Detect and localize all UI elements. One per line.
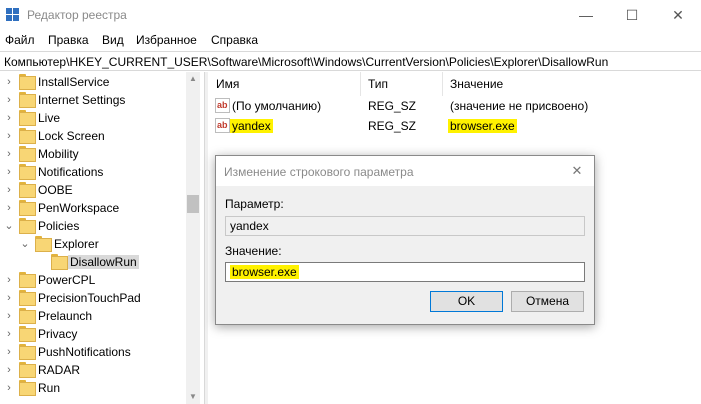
chevron-right-icon[interactable]: › [4, 111, 14, 125]
registry-editor-icon [6, 8, 20, 22]
tree-item-label: Lock Screen [38, 129, 105, 143]
chevron-right-icon[interactable]: › [4, 309, 14, 323]
chevron-right-icon[interactable]: › [4, 201, 14, 215]
tree-item-label: Run [38, 381, 61, 395]
chevron-right-icon[interactable]: › [4, 93, 14, 107]
menu-bar: Файл Правка Вид Избранное Справка [0, 30, 701, 50]
menu-help[interactable]: Справка [211, 33, 258, 47]
value-name-label: Параметр: [225, 197, 284, 211]
folder-icon [19, 218, 36, 234]
tree-item-label: Prelaunch [38, 309, 93, 323]
chevron-right-icon[interactable]: › [4, 327, 14, 341]
column-header-type[interactable]: Тип [368, 77, 388, 91]
chevron-right-icon[interactable]: › [4, 363, 14, 377]
tree-item-label: Privacy [38, 327, 78, 341]
scroll-down-icon[interactable]: ▼ [186, 390, 200, 404]
chevron-right-icon[interactable]: › [4, 381, 14, 395]
value-data-field[interactable]: browser.exe [225, 262, 585, 282]
folder-icon [19, 380, 36, 396]
chevron-right-icon[interactable]: › [4, 129, 14, 143]
dialog-body: Параметр: Значение: browser.exe OK Отмен… [216, 186, 594, 324]
value-data-text[interactable]: browser.exe [230, 265, 299, 279]
folder-icon [19, 146, 36, 162]
folder-icon [19, 326, 36, 342]
menu-edit[interactable]: Правка [48, 33, 89, 47]
folder-icon [19, 92, 36, 108]
scroll-up-icon[interactable]: ▲ [186, 72, 200, 86]
tree-item-label: Policies [38, 219, 80, 233]
folder-icon [19, 200, 36, 216]
maximize-button[interactable]: ☐ [609, 0, 655, 30]
tree-item-label: Notifications [38, 165, 104, 179]
cancel-button[interactable]: Отмена [511, 291, 584, 312]
tree-item-label: InstallService [38, 75, 110, 89]
table-row[interactable]: ab yandex REG_SZ browser.exe [208, 116, 701, 136]
chevron-right-icon[interactable]: › [4, 75, 14, 89]
chevron-right-icon[interactable]: › [4, 273, 14, 287]
tree-item-label: RADAR [38, 363, 81, 377]
tree-item-label: Mobility [38, 147, 79, 161]
tree-item-label: Internet Settings [38, 93, 126, 107]
title-bar: Редактор реестра — ☐ ✕ [0, 0, 701, 30]
ok-button[interactable]: OK [430, 291, 503, 312]
column-divider[interactable] [360, 72, 361, 96]
tree-item-label: PushNotifications [38, 345, 131, 359]
value-type: REG_SZ [368, 119, 417, 133]
folder-icon [19, 128, 36, 144]
folder-icon [19, 74, 36, 90]
minimize-button[interactable]: — [563, 0, 609, 30]
scrollbar-thumb[interactable] [187, 195, 199, 213]
tree-item-label: PrecisionTouchPad [38, 291, 141, 305]
folder-icon [19, 290, 36, 306]
address-path[interactable]: Компьютер\HKEY_CURRENT_USER\Software\Mic… [4, 55, 608, 69]
folder-icon [19, 362, 36, 378]
folder-icon [19, 272, 36, 288]
value-type: REG_SZ [368, 99, 417, 113]
table-row[interactable]: ab (По умолчанию) REG_SZ (значение не пр… [208, 96, 701, 116]
window-title: Редактор реестра [27, 8, 127, 22]
column-header-value[interactable]: Значение [450, 77, 503, 91]
dialog-title: Изменение строкового параметра [224, 165, 414, 179]
string-value-icon: ab [215, 118, 230, 133]
value-data-label: Значение: [225, 244, 282, 258]
tree-item-label: PowerCPL [38, 273, 96, 287]
folder-open-icon [51, 254, 68, 270]
menu-view[interactable]: Вид [102, 33, 124, 47]
menu-favorites[interactable]: Избранное [136, 33, 197, 47]
close-button[interactable]: ✕ [655, 0, 701, 30]
chevron-right-icon[interactable]: › [4, 165, 14, 179]
tree-scrollbar[interactable]: ▲ ▼ [186, 72, 200, 404]
chevron-right-icon[interactable]: › [4, 291, 14, 305]
string-value-icon: ab [215, 98, 230, 113]
key-tree[interactable]: › InstallService › Internet Settings › L… [0, 72, 201, 404]
column-divider[interactable] [442, 72, 443, 96]
chevron-down-icon[interactable]: ⌄ [20, 237, 30, 251]
folder-icon [19, 110, 36, 126]
chevron-down-icon[interactable]: ⌄ [4, 219, 14, 233]
chevron-right-icon[interactable]: › [4, 147, 14, 161]
value-data: (значение не присвоено) [450, 99, 589, 113]
address-bar[interactable]: Компьютер\HKEY_CURRENT_USER\Software\Mic… [0, 51, 701, 71]
value-name-field [225, 216, 585, 236]
folder-icon [19, 164, 36, 180]
tree-item-label: Explorer [54, 237, 99, 251]
menu-file[interactable]: Файл [5, 33, 35, 47]
value-name: yandex [230, 119, 273, 133]
dialog-close-button[interactable]: ✕ [560, 156, 594, 186]
chevron-right-icon[interactable]: › [4, 345, 14, 359]
value-data: browser.exe [448, 119, 517, 133]
tree-item-label: OOBE [38, 183, 73, 197]
edit-string-dialog: Изменение строкового параметра ✕ Парамет… [215, 155, 595, 325]
column-header-name[interactable]: Имя [216, 77, 239, 91]
folder-icon [35, 236, 52, 252]
tree-item-label: Live [38, 111, 61, 125]
folder-icon [19, 344, 36, 360]
folder-icon [19, 308, 36, 324]
value-name: (По умолчанию) [232, 99, 322, 113]
tree-item-label: PenWorkspace [38, 201, 120, 215]
chevron-right-icon[interactable]: › [4, 183, 14, 197]
tree-item-label: DisallowRun [68, 255, 139, 269]
folder-icon [19, 182, 36, 198]
